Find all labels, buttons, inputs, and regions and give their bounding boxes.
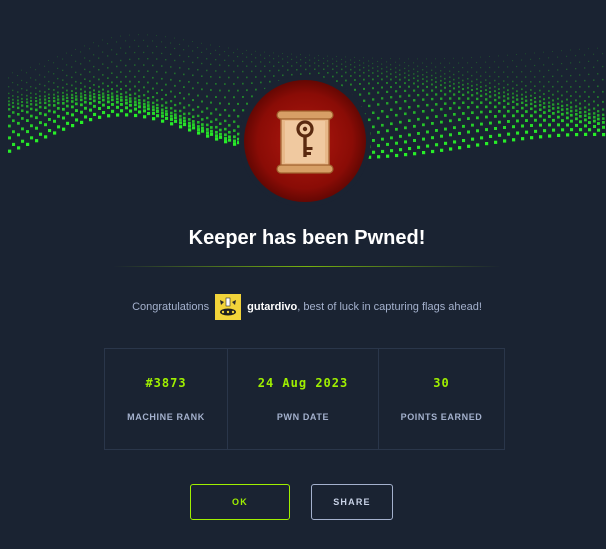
user-avatar (215, 294, 242, 320)
stat-pwn-date: 24 Aug 2023 PWN DATE (228, 349, 379, 449)
backdrop-left-edge (0, 0, 8, 549)
congrats-message: Congratulations gutardivo , best of luck… (8, 293, 606, 321)
congrats-suffix: , best of luck in capturing flags ahead! (297, 301, 482, 313)
stat-points-earned: 30 POINTS EARNED (379, 349, 504, 449)
stat-value: 30 (433, 376, 450, 390)
username[interactable]: gutardivo (247, 301, 297, 313)
pwned-modal: Keeper has been Pwned! Congratulations g… (8, 0, 606, 549)
stat-label: POINTS EARNED (400, 412, 483, 422)
stats-panel: #3873 MACHINE RANK 24 Aug 2023 PWN DATE … (104, 348, 505, 450)
stat-value: 24 Aug 2023 (257, 376, 349, 390)
modal-title: Keeper has been Pwned! (188, 227, 426, 249)
key-scroll-icon (276, 110, 334, 174)
stat-label: PWN DATE (276, 412, 330, 422)
avatar-image (217, 296, 240, 318)
stat-machine-rank: #3873 MACHINE RANK (105, 349, 228, 449)
title-divider (113, 266, 501, 267)
machine-badge (239, 75, 371, 207)
stat-value: #3873 (145, 376, 187, 390)
badge-ring (244, 80, 366, 202)
ok-button[interactable]: OK (190, 484, 290, 520)
stat-label: MACHINE RANK (127, 412, 205, 422)
share-button[interactable]: SHARE (311, 484, 393, 520)
congrats-prefix: Congratulations (132, 301, 210, 313)
